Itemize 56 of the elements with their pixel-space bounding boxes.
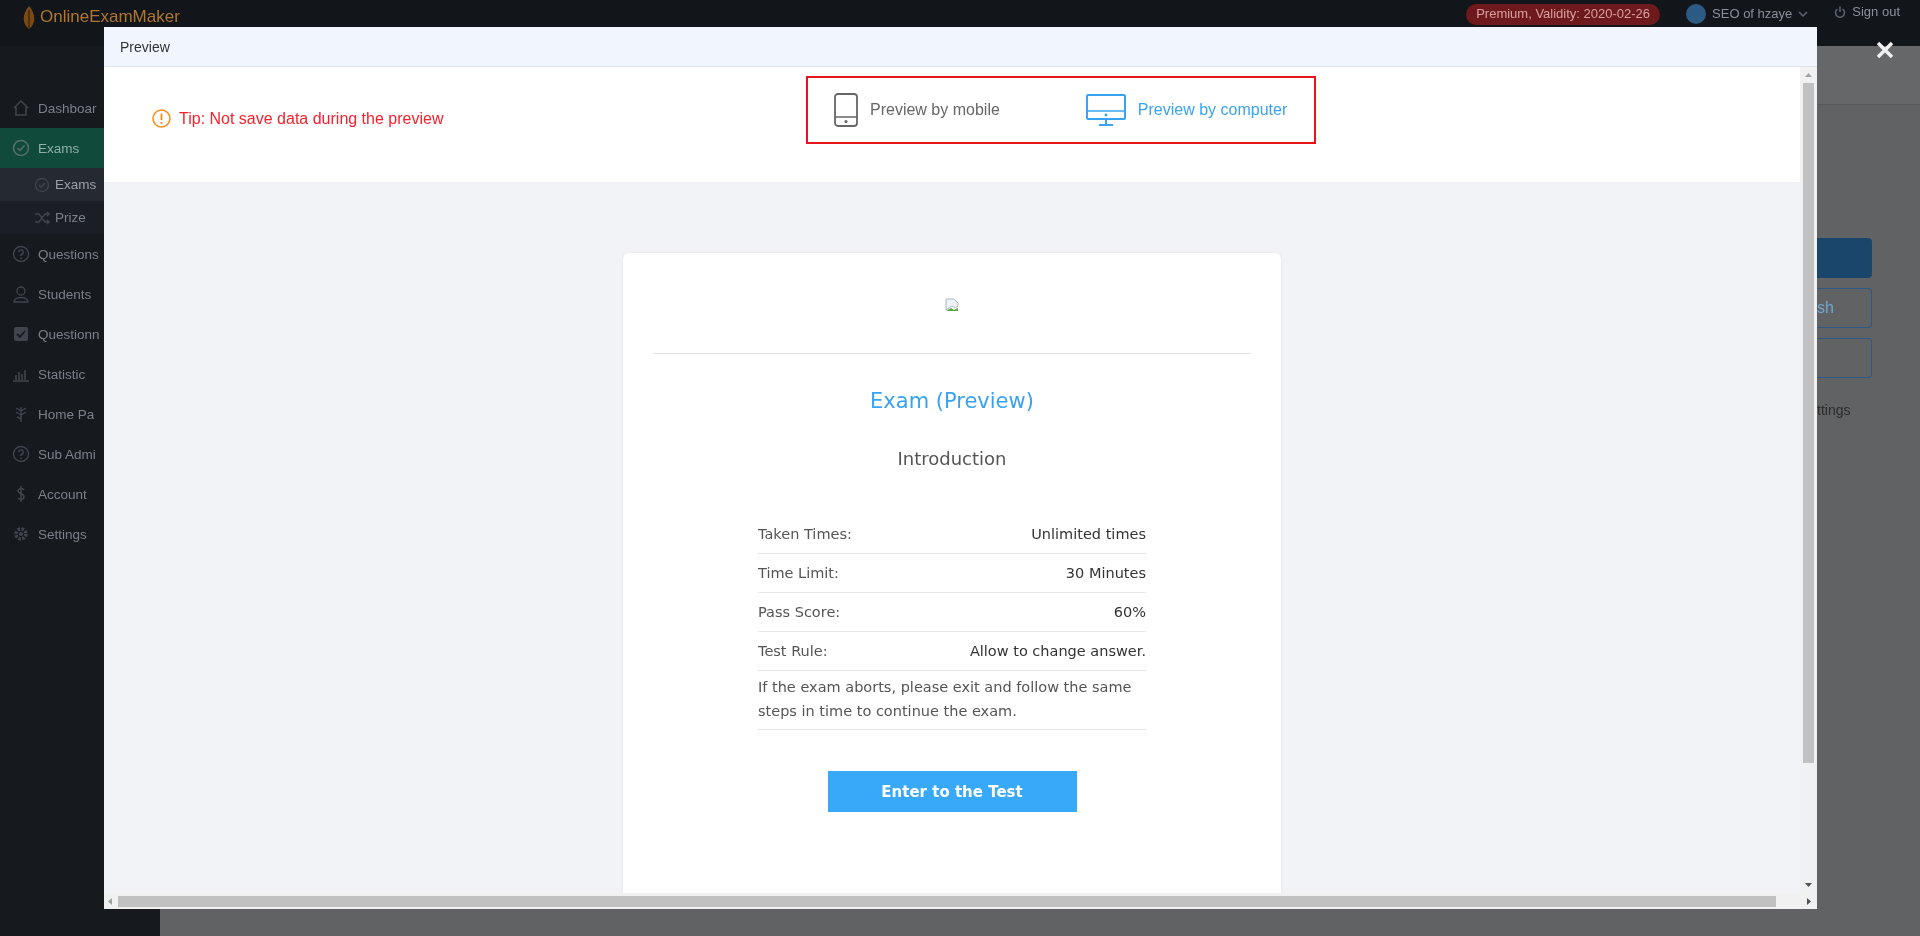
detail-label: Time Limit: <box>758 565 839 581</box>
sidebar-item[interactable]: Home Pa <box>0 394 160 434</box>
sign-out-button[interactable]: Sign out <box>1834 4 1900 19</box>
question-circle-icon <box>12 245 30 263</box>
detail-label: Pass Score: <box>758 604 841 620</box>
broken-image-icon <box>945 298 959 312</box>
check-circle-icon <box>34 176 50 193</box>
check-circle-icon <box>12 139 30 157</box>
exam-title: Exam (Preview) <box>870 389 1034 413</box>
sidebar-item[interactable]: Settings <box>0 514 160 554</box>
action-button[interactable] <box>1817 238 1872 278</box>
user-avatar[interactable] <box>1686 4 1707 24</box>
sidebar-item[interactable]: Sub Admi <box>0 434 160 474</box>
tip-text: Tip: Not save data during the preview <box>179 109 444 128</box>
home-icon <box>12 99 30 117</box>
shuffle-icon <box>34 209 50 226</box>
vertical-scrollbar[interactable] <box>1800 67 1817 893</box>
sidebar-item[interactable]: Dashboar <box>0 88 160 128</box>
scrollbar-thumb[interactable] <box>118 895 1776 907</box>
detail-value: Allow to change answer. <box>969 643 1146 659</box>
user-name[interactable]: SEO of hzaye <box>1712 5 1793 23</box>
app-logo-text: OnlineExamMaker <box>40 8 180 26</box>
sidebar-subitem[interactable]: Prize <box>0 201 160 234</box>
scrollbar-thumb[interactable] <box>1803 83 1814 763</box>
user-icon <box>12 285 30 303</box>
checkbox-icon <box>12 325 30 343</box>
gear-icon <box>12 525 30 543</box>
preview-mode-tab[interactable]: Preview by computer <box>1085 94 1288 126</box>
chevron-down-icon <box>1798 11 1809 17</box>
scroll-left-icon <box>108 897 112 905</box>
phone-icon <box>834 93 858 127</box>
close-icon[interactable] <box>1876 41 1894 59</box>
power-icon <box>1834 5 1847 18</box>
enter-test-button[interactable]: Enter to the Test <box>827 771 1077 812</box>
detail-value: Unlimited times <box>1031 526 1146 542</box>
sidebar-item[interactable]: Questions <box>0 234 160 274</box>
validity-badge: Premium, Validity: 2020-02-26 <box>1466 4 1661 25</box>
horizontal-scrollbar[interactable] <box>104 893 1817 909</box>
detail-value: 30 Minutes <box>1065 565 1146 581</box>
scroll-right-icon <box>1807 897 1811 905</box>
detail-label: Test Rule: <box>758 643 828 659</box>
sidebar-item[interactable]: Statistic <box>0 354 160 394</box>
sidebar-item[interactable]: Account <box>0 474 160 514</box>
sidebar-item[interactable]: Questionn <box>0 314 160 354</box>
scroll-down-icon <box>1805 883 1812 887</box>
question-circle-icon <box>12 445 30 463</box>
preview-mode-tab[interactable]: Preview by mobile <box>834 93 1000 127</box>
sidebar-item[interactable]: Students <box>0 274 160 314</box>
exam-note: If the exam aborts, please exit and follow the same steps in time to continue the exam. <box>758 671 1146 730</box>
monitor-icon <box>1085 94 1126 126</box>
warning-icon <box>152 109 171 128</box>
section-heading: Introduction <box>897 448 1007 469</box>
modal-title: Preview <box>120 38 170 55</box>
detail-label: Taken Times: <box>758 526 852 542</box>
detail-value: 60% <box>1113 604 1146 620</box>
scroll-up-icon <box>1805 73 1812 77</box>
